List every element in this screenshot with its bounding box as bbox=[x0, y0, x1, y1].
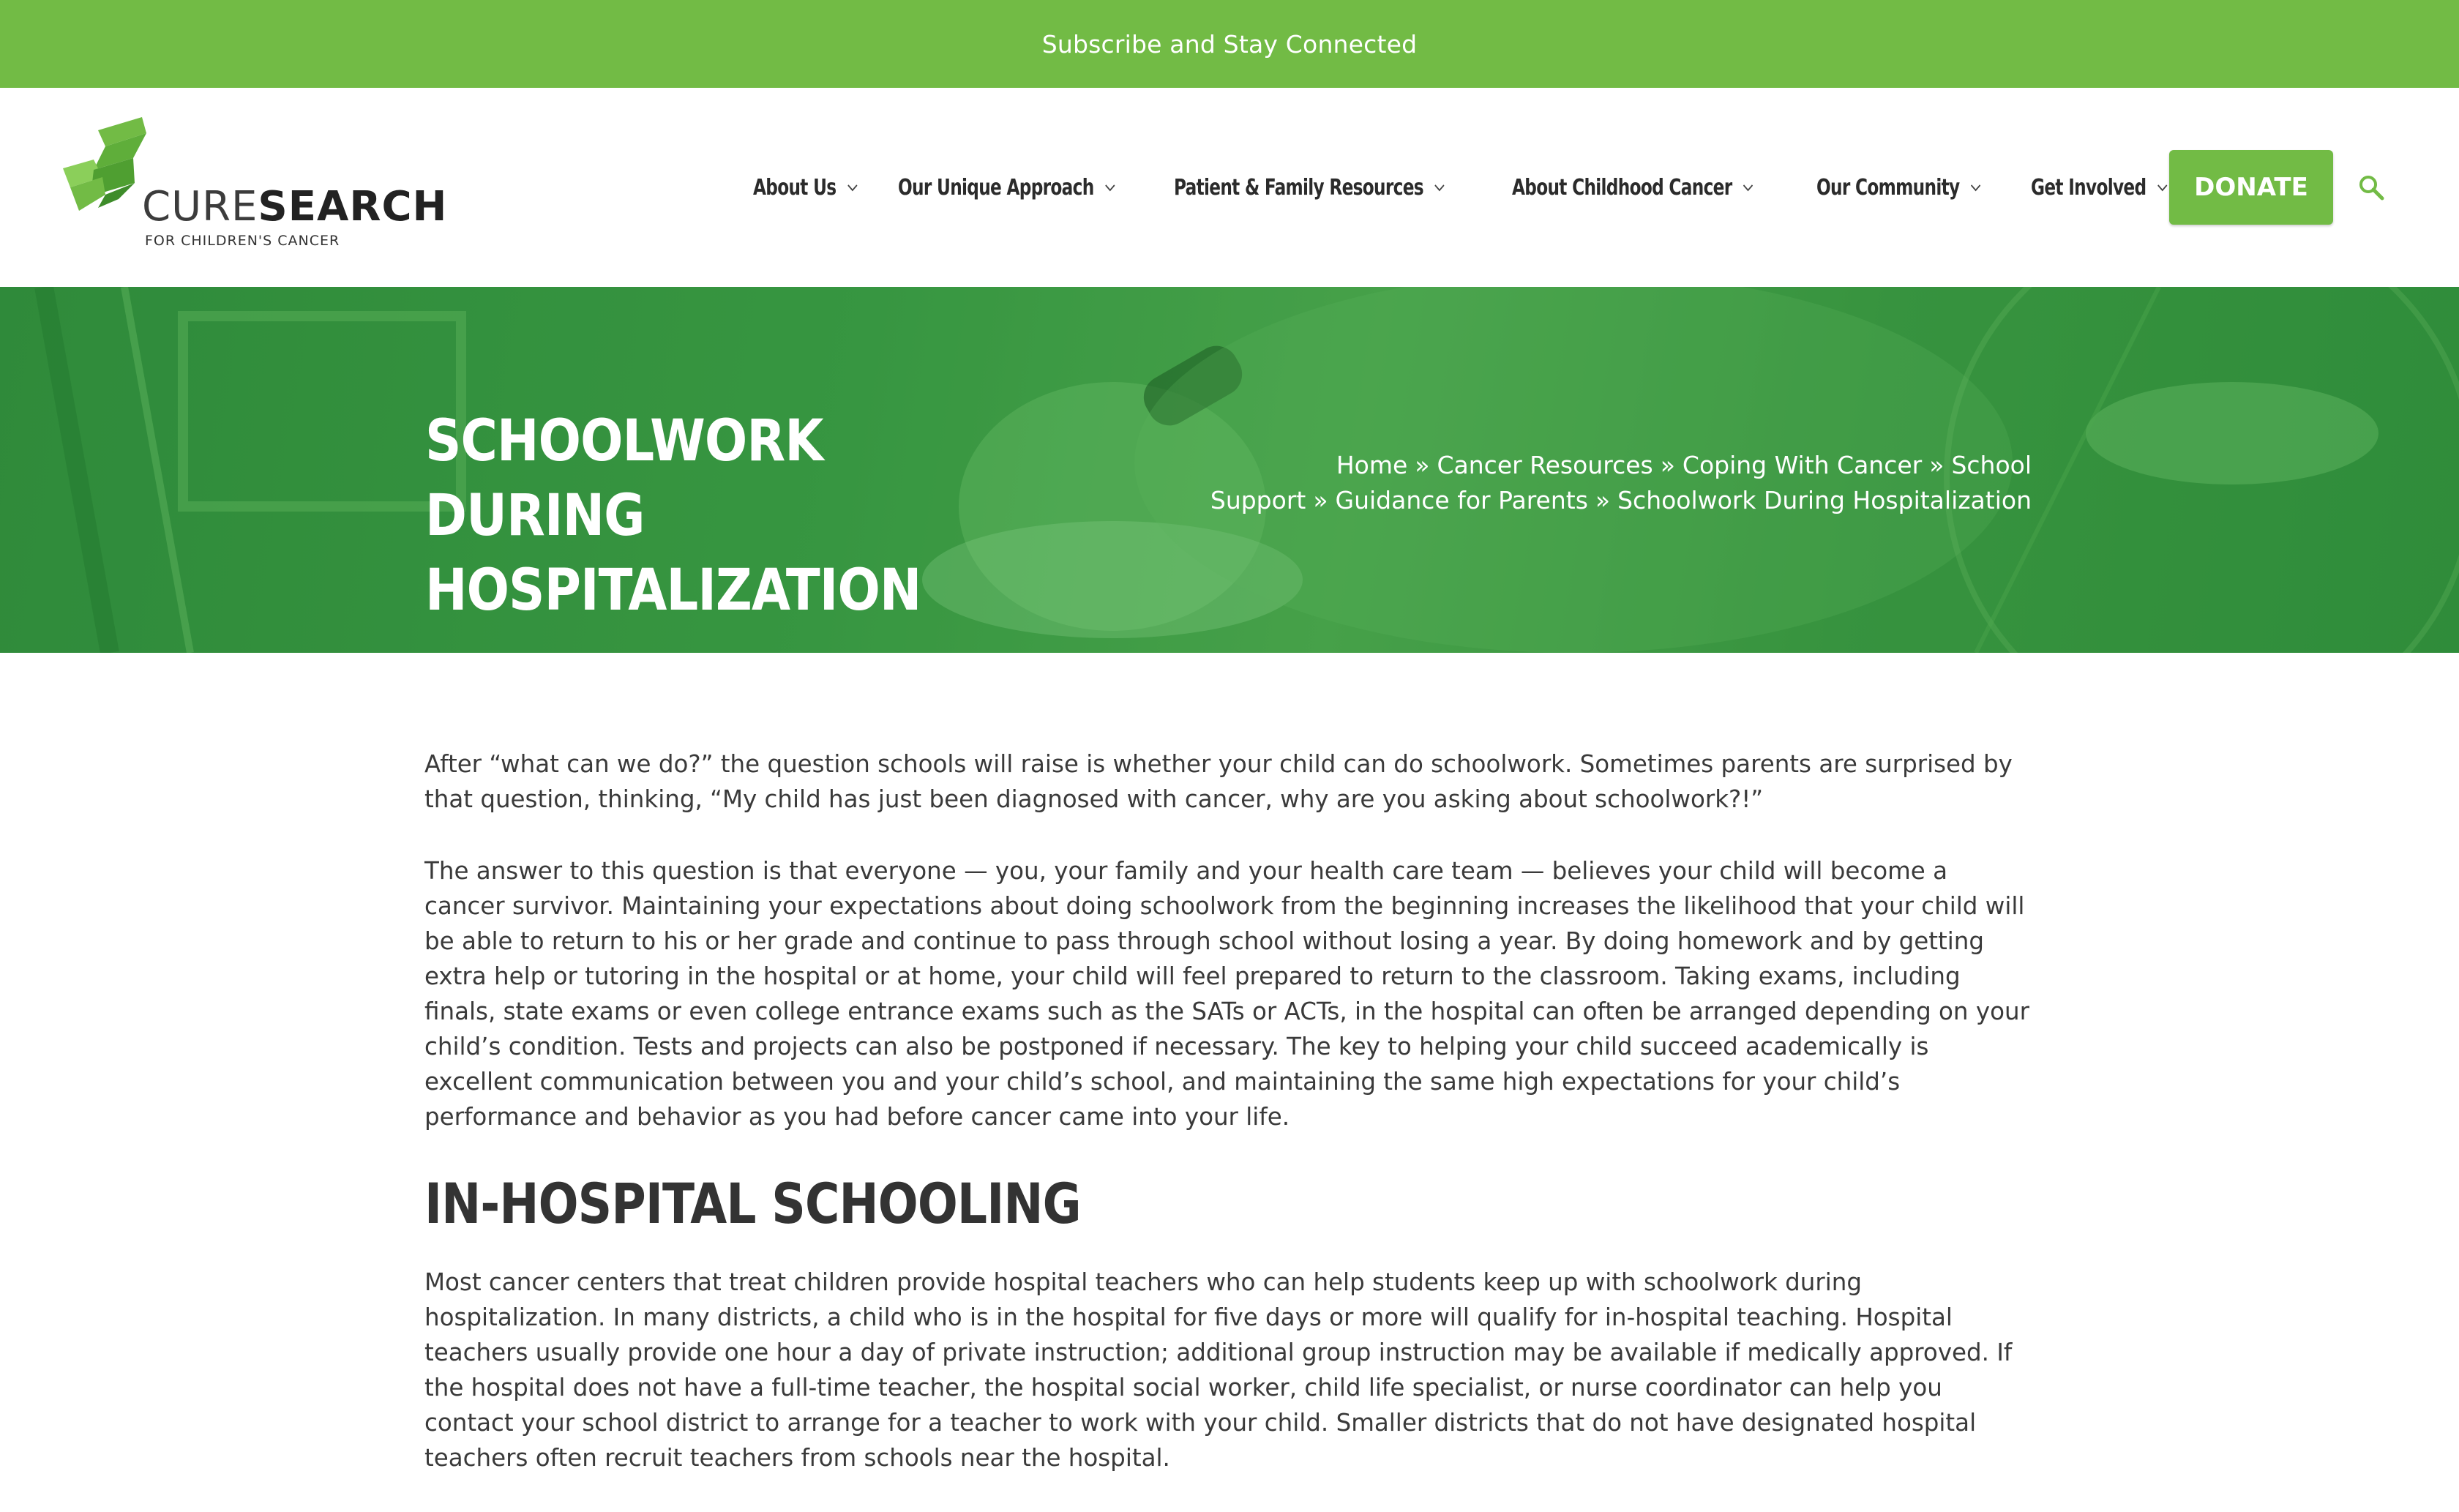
search-icon[interactable] bbox=[2357, 173, 2386, 202]
chevron-down-icon bbox=[1434, 184, 1445, 192]
logo-wordmark: CURESEARCH bbox=[142, 183, 447, 231]
subscribe-link[interactable]: Subscribe and Stay Connected bbox=[1042, 30, 1418, 59]
nav-item-label: Patient & Family Resources bbox=[1173, 174, 1424, 201]
article-paragraph: The answer to this question is that ever… bbox=[424, 857, 2029, 1131]
donate-button[interactable]: DONATE bbox=[2169, 150, 2333, 225]
article-content: After “what can we do?” the question sch… bbox=[424, 746, 2035, 1512]
breadcrumb-separator: » bbox=[1929, 451, 1945, 479]
article-paragraph: Most cancer centers that treat children … bbox=[424, 1268, 2013, 1472]
nav-item-label: Get Involved bbox=[2030, 174, 2147, 201]
subscribe-bar: Subscribe and Stay Connected bbox=[0, 0, 2459, 88]
chevron-down-icon bbox=[1743, 184, 1754, 192]
nav-item-label: Our Community bbox=[1816, 174, 1960, 201]
site-header: CURESEARCH FOR CHILDREN'S CANCER About U… bbox=[0, 88, 2459, 287]
article-paragraph: After “what can we do?” the question sch… bbox=[424, 750, 2013, 813]
logo-cure-text: CURE bbox=[142, 183, 258, 231]
nav-item-get-involved[interactable]: Get Involved bbox=[2031, 175, 2168, 201]
breadcrumb: Home» Cancer Resources» Coping With Cancer… bbox=[1102, 448, 2032, 518]
nav-item-about-us[interactable]: About Us bbox=[753, 175, 858, 201]
breadcrumb-separator: » bbox=[1660, 451, 1675, 479]
nav-item-our-community[interactable]: Our Community bbox=[1816, 175, 1982, 201]
breadcrumb-home[interactable]: Home bbox=[1336, 451, 1407, 479]
nav-item-patient-family-resources[interactable]: Patient & Family Resources bbox=[1174, 175, 1446, 201]
breadcrumb-separator: » bbox=[1595, 486, 1611, 514]
nav-item-label: Our Unique Approach bbox=[897, 174, 1094, 201]
breadcrumb-current: Schoolwork During Hospitalization bbox=[1617, 486, 2032, 514]
nav-item-label: About Childhood Cancer bbox=[1512, 174, 1732, 201]
nav-item-about-childhood-cancer[interactable]: About Childhood Cancer bbox=[1512, 175, 1754, 201]
chevron-down-icon bbox=[2157, 184, 2168, 192]
chevron-down-icon bbox=[1970, 184, 1981, 192]
chevron-down-icon bbox=[847, 184, 858, 192]
breadcrumb-separator: » bbox=[1415, 451, 1430, 479]
nav-item-unique-approach[interactable]: Our Unique Approach bbox=[898, 175, 1117, 201]
breadcrumb-coping-with-cancer[interactable]: Coping With Cancer bbox=[1683, 451, 1922, 479]
site-logo[interactable]: CURESEARCH FOR CHILDREN'S CANCER bbox=[61, 117, 446, 263]
chevron-down-icon bbox=[1105, 184, 1115, 192]
breadcrumb-guidance-for-parents[interactable]: Guidance for Parents bbox=[1336, 486, 1588, 514]
logo-search-text: SEARCH bbox=[258, 183, 448, 231]
section-heading: IN-HOSPITAL SCHOOLING bbox=[424, 1171, 1082, 1236]
nav-item-label: About Us bbox=[753, 174, 836, 201]
breadcrumb-separator: » bbox=[1313, 486, 1328, 514]
page-title: SCHOOLWORK DURING HOSPITALIZATION bbox=[425, 408, 921, 624]
logo-tagline: FOR CHILDREN'S CANCER bbox=[145, 233, 340, 249]
main-nav: About Us Our Unique Approach Patient & F… bbox=[753, 88, 2459, 287]
breadcrumb-cancer-resources[interactable]: Cancer Resources bbox=[1437, 451, 1653, 479]
